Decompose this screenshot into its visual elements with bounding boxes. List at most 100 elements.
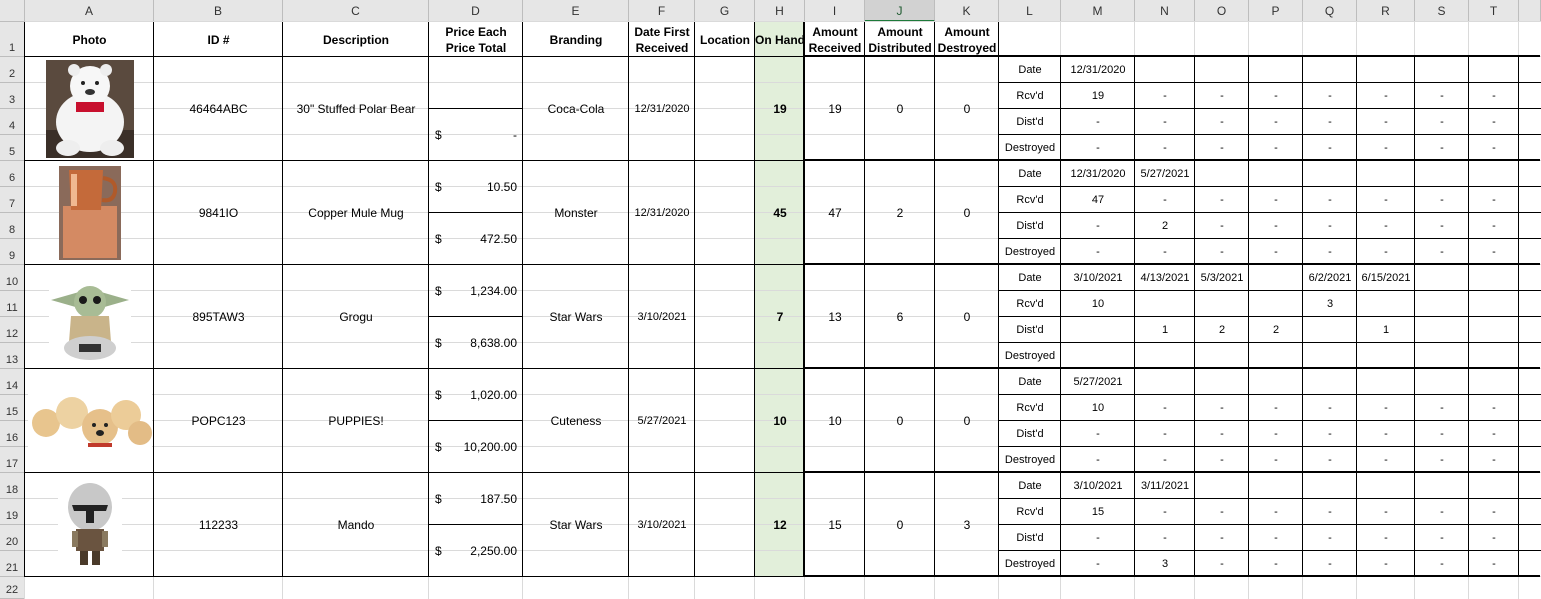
tracker-cell[interactable]: -	[1135, 395, 1195, 421]
tracker-cell[interactable]	[1469, 317, 1519, 343]
tracker-cell[interactable]: -	[1303, 447, 1357, 473]
tracker-cell[interactable]	[1249, 57, 1303, 83]
tracker-cell[interactable]: -	[1415, 239, 1469, 265]
row-header-13[interactable]: 13	[0, 343, 25, 369]
select-all-corner[interactable]	[0, 0, 25, 22]
item-received[interactable]: 13	[805, 265, 865, 369]
column-header-k[interactable]: K	[935, 0, 999, 22]
item-date-first[interactable]: 12/31/2020	[629, 57, 695, 161]
tracker-cell[interactable]: 3/11/2021	[1135, 473, 1195, 499]
column-header-c[interactable]: C	[283, 0, 429, 22]
tracker-cell[interactable]: -	[1469, 83, 1519, 109]
tracker-cell[interactable]: -	[1357, 551, 1415, 577]
column-header-j[interactable]: J	[865, 0, 935, 22]
price-each[interactable]	[449, 57, 517, 109]
row-header-19[interactable]: 19	[0, 499, 25, 525]
tracker-cell[interactable]: -	[1303, 109, 1357, 135]
price-total[interactable]: 10,200.00	[449, 421, 517, 473]
tracker-cell[interactable]: -	[1469, 447, 1519, 473]
column-header-d[interactable]: D	[429, 0, 523, 22]
item-location[interactable]	[695, 369, 755, 473]
tracker-cell[interactable]: -	[1249, 109, 1303, 135]
tracker-cell[interactable]	[1469, 291, 1519, 317]
tracker-cell[interactable]: -	[1061, 551, 1135, 577]
row-header-20[interactable]: 20	[0, 525, 25, 551]
tracker-cell[interactable]: -	[1469, 551, 1519, 577]
tracker-cell[interactable]: -	[1357, 421, 1415, 447]
tracker-cell[interactable]: -	[1135, 421, 1195, 447]
price-each[interactable]: 1,234.00	[449, 265, 517, 317]
tracker-cell[interactable]: -	[1303, 83, 1357, 109]
tracker-cell[interactable]: -	[1061, 213, 1135, 239]
row-header-21[interactable]: 21	[0, 551, 25, 577]
item-date-first[interactable]: 3/10/2021	[629, 265, 695, 369]
tracker-cell[interactable]: -	[1135, 499, 1195, 525]
tracker-cell[interactable]: -	[1303, 421, 1357, 447]
tracker-cell[interactable]: 3/10/2021	[1061, 473, 1135, 499]
tracker-cell[interactable]: -	[1249, 525, 1303, 551]
row-header-7[interactable]: 7	[0, 187, 25, 213]
price-total[interactable]: 472.50	[449, 213, 517, 265]
tracker-cell[interactable]: -	[1303, 239, 1357, 265]
tracker-cell[interactable]: -	[1195, 213, 1249, 239]
tracker-cell[interactable]: -	[1061, 421, 1135, 447]
row-header-4[interactable]: 4	[0, 109, 25, 135]
row-header-8[interactable]: 8	[0, 213, 25, 239]
tracker-cell[interactable]: -	[1415, 421, 1469, 447]
tracker-cell[interactable]: -	[1135, 135, 1195, 161]
tracker-cell[interactable]: 5/3/2021	[1195, 265, 1249, 291]
item-destroyed[interactable]: 0	[935, 369, 999, 473]
tracker-cell[interactable]: 47	[1061, 187, 1135, 213]
price-each[interactable]: 187.50	[449, 473, 517, 525]
column-header-s[interactable]: S	[1415, 0, 1469, 22]
item-distributed[interactable]: 2	[865, 161, 935, 265]
tracker-cell[interactable]: -	[1249, 135, 1303, 161]
tracker-cell[interactable]	[1195, 57, 1249, 83]
row-header-1[interactable]: 1	[0, 22, 25, 57]
tracker-cell[interactable]	[1415, 473, 1469, 499]
tracker-cell[interactable]	[1303, 343, 1357, 369]
tracker-cell[interactable]: -	[1415, 109, 1469, 135]
item-destroyed[interactable]: 3	[935, 473, 999, 577]
tracker-cell[interactable]: 6/15/2021	[1357, 265, 1415, 291]
tracker-cell[interactable]	[1061, 343, 1135, 369]
tracker-cell[interactable]: -	[1061, 239, 1135, 265]
tracker-cell[interactable]	[1357, 473, 1415, 499]
column-header-p[interactable]: P	[1249, 0, 1303, 22]
tracker-cell[interactable]	[1415, 291, 1469, 317]
item-received[interactable]: 19	[805, 57, 865, 161]
tracker-cell[interactable]: -	[1415, 395, 1469, 421]
row-header-11[interactable]: 11	[0, 291, 25, 317]
tracker-cell[interactable]: -	[1195, 109, 1249, 135]
tracker-cell[interactable]: -	[1357, 213, 1415, 239]
tracker-cell[interactable]	[1303, 317, 1357, 343]
tracker-cell[interactable]	[1357, 291, 1415, 317]
column-header-m[interactable]: M	[1061, 0, 1135, 22]
tracker-cell[interactable]: 12/31/2020	[1061, 57, 1135, 83]
column-header-h[interactable]: H	[755, 0, 805, 22]
tracker-cell[interactable]: -	[1469, 395, 1519, 421]
tracker-cell[interactable]: -	[1357, 239, 1415, 265]
tracker-cell[interactable]: -	[1303, 525, 1357, 551]
row-header-17[interactable]: 17	[0, 447, 25, 473]
tracker-cell[interactable]: -	[1303, 551, 1357, 577]
tracker-cell[interactable]: -	[1135, 187, 1195, 213]
tracker-cell[interactable]: -	[1357, 135, 1415, 161]
tracker-cell[interactable]	[1469, 161, 1519, 187]
item-on-hand[interactable]: 7	[755, 265, 805, 369]
tracker-cell[interactable]	[1195, 291, 1249, 317]
column-header-i[interactable]: I	[805, 0, 865, 22]
item-branding[interactable]: Coca-Cola	[523, 57, 629, 161]
tracker-cell[interactable]: -	[1195, 525, 1249, 551]
tracker-cell[interactable]: -	[1195, 447, 1249, 473]
item-received[interactable]: 10	[805, 369, 865, 473]
tracker-cell[interactable]: 10	[1061, 291, 1135, 317]
column-header-g[interactable]: G	[695, 0, 755, 22]
item-date-first[interactable]: 12/31/2020	[629, 161, 695, 265]
tracker-cell[interactable]: -	[1469, 135, 1519, 161]
column-header-e[interactable]: E	[523, 0, 629, 22]
tracker-cell[interactable]: -	[1249, 395, 1303, 421]
tracker-cell[interactable]	[1357, 57, 1415, 83]
row-header-3[interactable]: 3	[0, 83, 25, 109]
item-destroyed[interactable]: 0	[935, 161, 999, 265]
